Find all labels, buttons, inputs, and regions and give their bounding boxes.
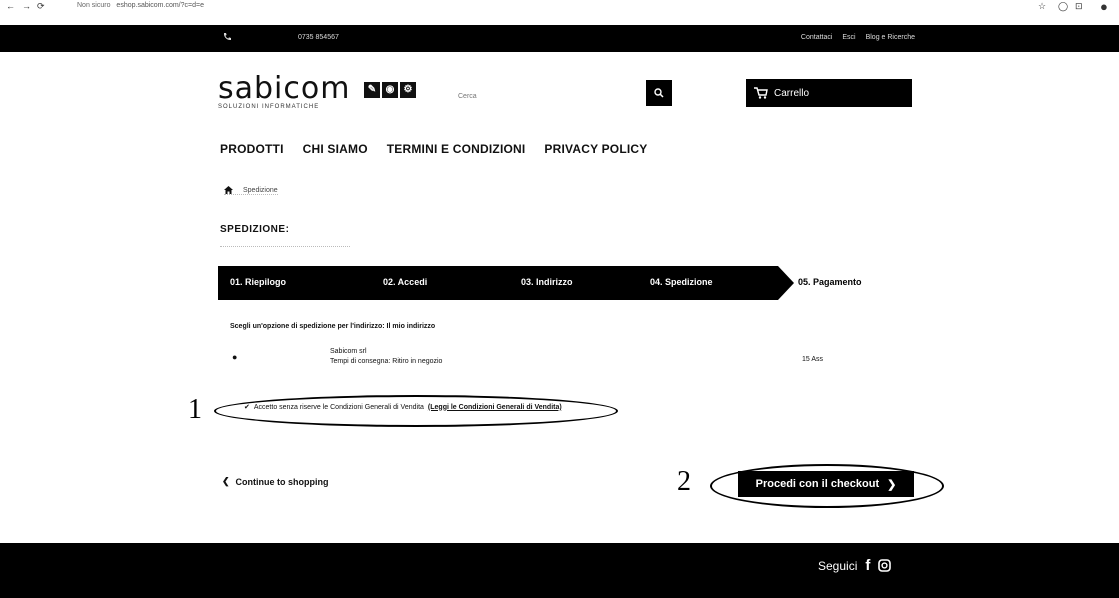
bookmark-star-icon[interactable]: ☆ <box>1038 1 1046 12</box>
forward-icon[interactable]: → <box>22 1 31 11</box>
search-input[interactable] <box>456 87 640 105</box>
social-follow: Seguici f <box>818 557 892 574</box>
cart-icon <box>754 87 768 99</box>
cart-label: Carrello <box>774 87 810 99</box>
checkout-steps: 01. Riepilogo 02. Accedi 03. Indirizzo 0… <box>218 266 914 300</box>
breadcrumb-current: Spedizione <box>243 186 278 194</box>
nav-item-terms[interactable]: TERMINI E CONDIZIONI <box>387 142 526 156</box>
top-bar: 0735 854567 Contattaci Esci Blog e Ricer… <box>0 25 1119 52</box>
annotation-oval-1 <box>214 395 618 427</box>
shipping-carrier: Sabicom srl <box>330 348 367 355</box>
step-address[interactable]: 03. Indirizzo <box>521 277 573 287</box>
top-links: Contattaci Esci Blog e Ricerche <box>793 34 915 41</box>
address-bar[interactable]: Non sicuro eshop.sabicom.com/?c=d=e <box>77 2 204 9</box>
footer: Seguici f <box>0 543 1119 598</box>
top-link-contact[interactable]: Contattaci <box>801 34 833 41</box>
logo-badge-icon: ⚙ <box>400 82 416 98</box>
top-link-logout[interactable]: Esci <box>842 34 855 41</box>
site-logo[interactable]: sabicom SOLUZIONI INFORMATICHE <box>218 71 358 111</box>
logo-badge-icon: ✎ <box>364 82 380 98</box>
steps-arrow <box>778 266 794 300</box>
facebook-icon[interactable]: f <box>865 557 870 574</box>
chevron-left-icon: ❮ <box>222 476 230 486</box>
nav-item-privacy[interactable]: PRIVACY POLICY <box>544 142 647 156</box>
search-icon <box>654 87 664 98</box>
annotation-number-2: 2 <box>677 466 691 497</box>
cart-button[interactable]: Carrello <box>746 79 912 107</box>
extension-icon[interactable]: ◯ <box>1058 1 1068 12</box>
logo-wordmark: sabicom <box>218 71 351 106</box>
profile-icon[interactable]: ● <box>1100 0 1108 14</box>
search-button[interactable] <box>646 80 672 106</box>
home-icon[interactable] <box>224 186 233 194</box>
nav-item-about[interactable]: CHI SIAMO <box>303 142 368 156</box>
step-payment[interactable]: 05. Pagamento <box>798 277 862 287</box>
logo-badge-icon: ◉ <box>382 82 398 98</box>
security-indicator: Non sicuro <box>77 2 111 9</box>
continue-shopping-label: Continue to shopping <box>235 476 329 487</box>
nav-item-products[interactable]: PRODOTTI <box>220 142 284 156</box>
continue-shopping-link[interactable]: ❮ Continue to shopping <box>222 476 329 487</box>
extension2-icon[interactable]: ⊡ <box>1075 1 1083 12</box>
checkout-label: Procedi con il checkout <box>755 478 880 490</box>
title-divider <box>220 246 350 247</box>
page-title: SPEDIZIONE: <box>220 224 290 235</box>
reload-icon[interactable]: ⟳ <box>37 1 45 12</box>
step-shipping[interactable]: 04. Spedizione <box>650 277 713 287</box>
checkout-button[interactable]: Procedi con il checkout ❯ <box>738 471 914 497</box>
top-link-blog[interactable]: Blog e Ricerche <box>866 34 915 41</box>
shipping-option-row[interactable]: ● Sabicom srl Tempi di consegna: Ritiro … <box>230 348 900 372</box>
step-login[interactable]: 02. Accedi <box>383 277 427 287</box>
breadcrumb: Spedizione <box>224 186 278 195</box>
follow-label: Seguici <box>818 558 858 573</box>
phone-number: 0735 854567 <box>298 34 339 41</box>
shipping-radio[interactable]: ● <box>232 352 237 362</box>
shipping-delivery-time: Tempi di consegna: Ritiro in negozio <box>330 358 443 365</box>
annotation-number-1: 1 <box>188 394 202 425</box>
phone-icon <box>223 33 231 41</box>
step-summary[interactable]: 01. Riepilogo <box>230 277 286 287</box>
browser-toolbar: ← → ⟳ Non sicuro eshop.sabicom.com/?c=d=… <box>0 0 1119 14</box>
url-text: eshop.sabicom.com/?c=d=e <box>116 2 204 9</box>
chevron-right-icon: ❯ <box>887 478 897 491</box>
logo-badges: ✎ ◉ ⚙ <box>364 82 416 100</box>
back-icon[interactable]: ← <box>6 1 15 11</box>
instagram-icon[interactable] <box>878 559 892 572</box>
main-nav: PRODOTTI CHI SIAMO TERMINI E CONDIZIONI … <box>220 142 647 156</box>
shipping-price: 15 Ass <box>802 356 824 363</box>
shipping-prompt: Scegli un'opzione di spedizione per l'in… <box>230 323 436 330</box>
